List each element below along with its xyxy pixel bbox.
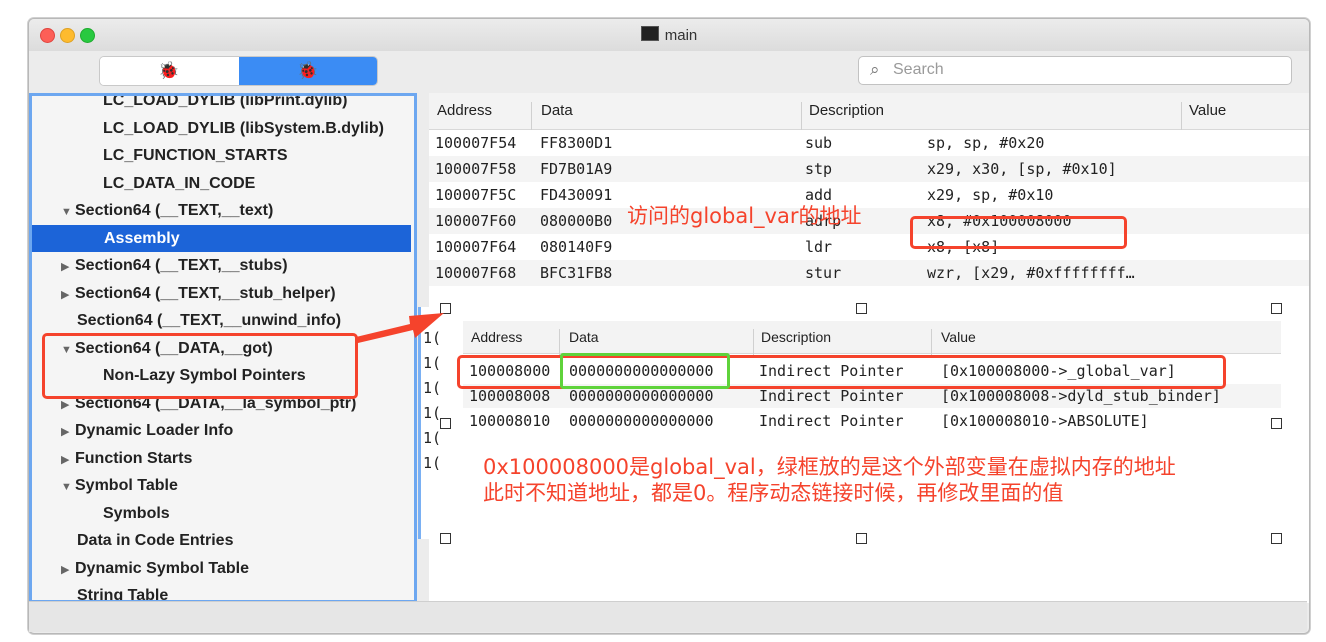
status-bar — [29, 601, 1307, 632]
annotation-arrow — [356, 313, 444, 343]
annotation-top: 访问的global_var的地址 — [627, 204, 862, 228]
annotation-bottom-line1: 0x100008000是global_val，绿框放的是这个外部变量在虚拟内存的… — [483, 455, 1176, 479]
annotation-bottom-line2: 此时不知道地址，都是0。程序动态链接时候，再修改里面的值 — [483, 481, 1064, 505]
